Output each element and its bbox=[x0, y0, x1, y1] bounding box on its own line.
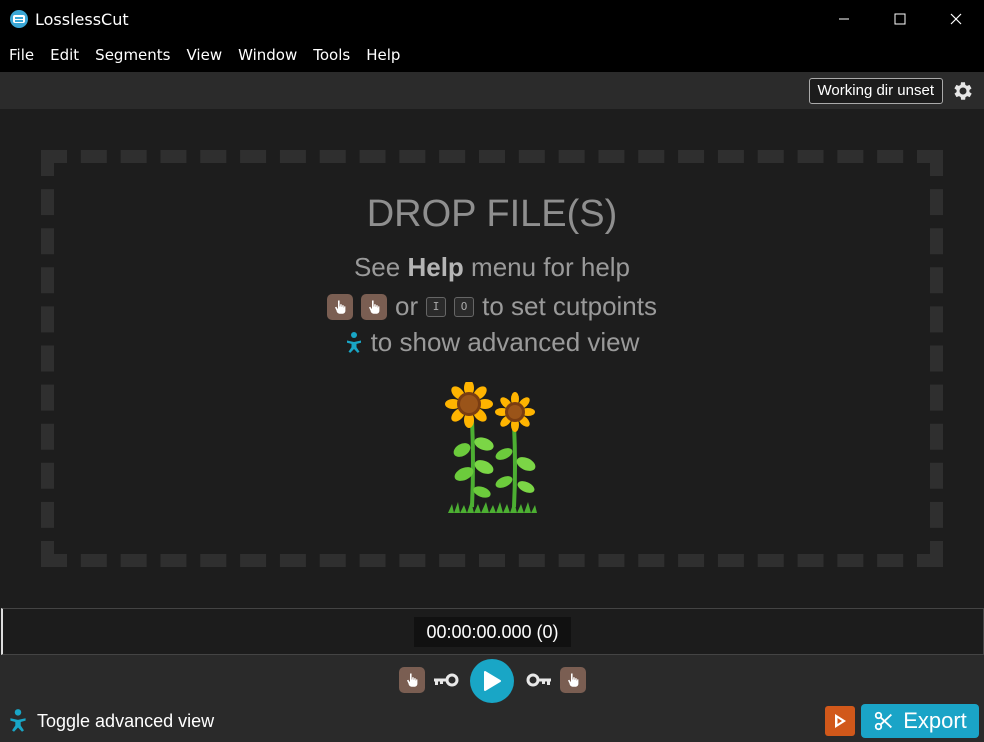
gear-icon[interactable] bbox=[951, 79, 975, 103]
close-button[interactable] bbox=[928, 0, 984, 38]
or-text: or bbox=[394, 291, 419, 321]
minimize-icon bbox=[839, 18, 849, 20]
set-end-hint-icon bbox=[360, 293, 387, 320]
top-toolbar: Working dir unset bbox=[0, 72, 984, 109]
advanced-text: to show advanced view bbox=[370, 327, 640, 357]
set-cut-end-button[interactable] bbox=[560, 667, 586, 693]
export-mode-button[interactable] bbox=[825, 706, 855, 736]
set-cut-start-button[interactable] bbox=[399, 667, 425, 693]
working-dir-button[interactable]: Working dir unset bbox=[808, 78, 943, 104]
export-button[interactable]: Export bbox=[861, 704, 979, 738]
baby-icon bbox=[10, 709, 26, 732]
menu-view[interactable]: View bbox=[179, 38, 231, 72]
hand-pointer-icon bbox=[407, 673, 418, 687]
maximize-button[interactable] bbox=[872, 0, 928, 38]
jump-cut-end-button[interactable] bbox=[525, 671, 553, 689]
menu-segments[interactable]: Segments bbox=[87, 38, 178, 72]
play-button[interactable] bbox=[470, 659, 514, 703]
window-title: LosslessCut bbox=[35, 9, 129, 29]
drop-area[interactable]: DROP FILE(S) See Help menu for help or I… bbox=[0, 109, 984, 608]
menu-file[interactable]: File bbox=[1, 38, 42, 72]
menu-bar: File Edit Segments View Window Tools Hel… bbox=[0, 38, 984, 72]
help-bold: Help bbox=[407, 252, 464, 282]
play-icon bbox=[484, 671, 501, 691]
close-icon bbox=[950, 13, 962, 25]
help-suffix: menu for help bbox=[463, 252, 631, 282]
minimize-button[interactable] bbox=[816, 0, 872, 38]
menu-edit[interactable]: Edit bbox=[42, 38, 87, 72]
help-hint: See Help menu for help bbox=[0, 252, 984, 283]
drop-title: DROP FILE(S) bbox=[366, 193, 618, 235]
baby-icon bbox=[346, 331, 361, 353]
cutpoints-text: to set cutpoints bbox=[482, 291, 657, 321]
playback-controls bbox=[0, 657, 984, 703]
jump-cut-start-button[interactable] bbox=[432, 671, 460, 689]
toggle-advanced-view-button[interactable]: Toggle advanced view bbox=[8, 707, 214, 735]
bottom-bar: Toggle advanced view Export bbox=[0, 655, 984, 742]
cutpoint-hint: or I O to set cutpoints bbox=[0, 291, 984, 322]
help-prefix: See bbox=[353, 252, 408, 282]
set-start-hint-icon bbox=[326, 293, 353, 320]
key-icon bbox=[434, 673, 459, 687]
app-icon bbox=[10, 10, 28, 28]
advanced-hint: to show advanced view bbox=[0, 327, 984, 358]
sunflower-icon bbox=[445, 382, 537, 513]
export-label: Export bbox=[903, 708, 967, 733]
key-icon bbox=[526, 673, 551, 687]
play-outline-icon bbox=[835, 714, 846, 728]
window-controls bbox=[816, 0, 984, 38]
menu-tools[interactable]: Tools bbox=[305, 38, 358, 72]
scissors-icon bbox=[875, 711, 893, 731]
hand-pointer-icon bbox=[568, 673, 579, 687]
maximize-icon bbox=[894, 13, 906, 25]
menu-help[interactable]: Help bbox=[358, 38, 408, 72]
key-i: I bbox=[426, 296, 447, 317]
menu-window[interactable]: Window bbox=[230, 38, 305, 72]
timecode-display: 00:00:00.000 (0) bbox=[414, 617, 571, 647]
key-o: O bbox=[454, 296, 475, 317]
toggle-advanced-label: Toggle advanced view bbox=[37, 710, 215, 731]
title-bar: LosslessCut bbox=[0, 0, 984, 38]
